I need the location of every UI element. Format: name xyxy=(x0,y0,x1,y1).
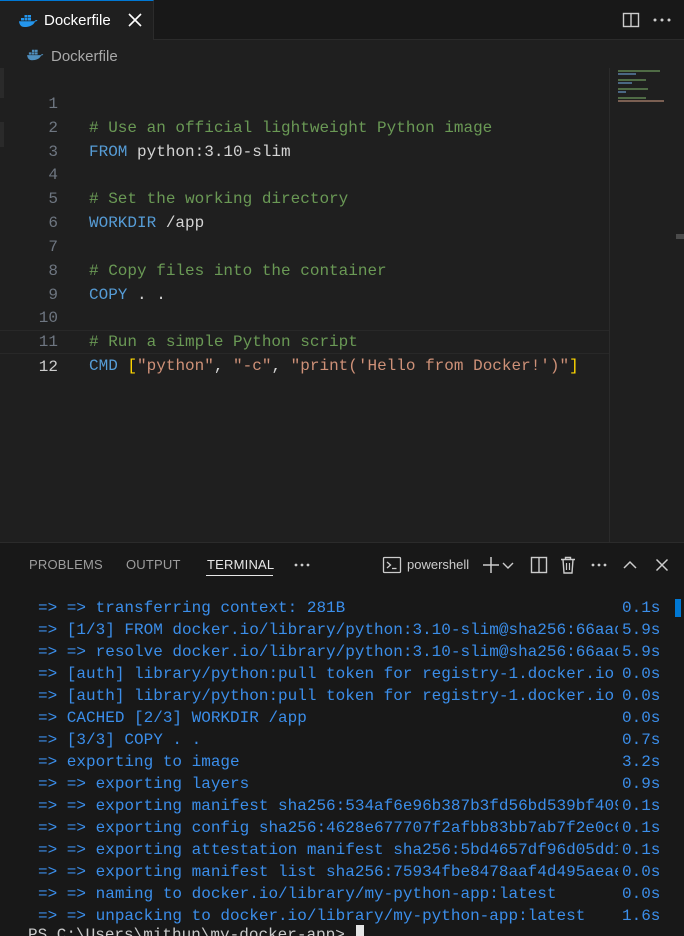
terminal-line: => => naming to docker.io/library/my-pyt… xyxy=(38,885,557,903)
terminal-line: => => resolve docker.io/library/python:3… xyxy=(38,643,618,661)
prompt-text: PS C:\Users\mithun\my-docker-app> xyxy=(28,926,355,936)
code-bracket: ] xyxy=(569,357,579,375)
code-line: 2 FROM python:3.10-slim xyxy=(0,92,610,161)
terminal-output[interactable]: => => transferring context: 281B 0.1s =>… xyxy=(0,595,684,936)
more-icon[interactable] xyxy=(588,554,610,576)
code-text: , xyxy=(271,357,291,375)
trash-icon[interactable] xyxy=(557,554,579,576)
minimap-line xyxy=(618,73,636,75)
tab-output[interactable]: OUTPUT xyxy=(126,557,181,572)
terminal-time: 0.1s xyxy=(622,819,661,837)
tab-dockerfile[interactable]: Dockerfile xyxy=(0,0,154,40)
terminal-time: 0.1s xyxy=(622,797,661,815)
more-actions-icon[interactable] xyxy=(651,9,673,31)
code-line: 11 CMD ["python", "-c", "print('Hello fr… xyxy=(0,306,610,375)
close-panel-icon[interactable] xyxy=(651,554,673,576)
terminal-time: 0.1s xyxy=(622,841,661,859)
minimap-line xyxy=(618,100,664,102)
terminal-time: 0.0s xyxy=(622,709,661,727)
terminal-time: 0.0s xyxy=(622,687,661,705)
shell-name[interactable]: powershell xyxy=(407,557,469,572)
docker-whale-icon xyxy=(26,48,44,67)
code-string: "python" xyxy=(137,357,214,375)
code-line: 10 # Run a simple Python script xyxy=(0,282,610,351)
terminal-line: => [3/3] COPY . . xyxy=(38,731,202,749)
terminal-prompt[interactable]: PS C:\Users\mithun\my-docker-app> xyxy=(28,925,365,936)
terminal-line: => [auth] library/python:pull token for … xyxy=(38,665,615,683)
code-line: 8 COPY . . xyxy=(0,235,610,304)
code-line: 1 # Use an official lightweight Python i… xyxy=(0,68,610,137)
terminal-line: => => transferring context: 281B xyxy=(38,599,346,617)
terminal-time: 5.9s xyxy=(622,621,661,639)
terminal-time: 5.9s xyxy=(622,643,661,661)
active-tab-indicator xyxy=(206,575,273,576)
terminal-line: => => exporting config sha256:4628e67770… xyxy=(38,819,618,837)
chevron-down-icon[interactable] xyxy=(501,554,515,576)
tab-label: Dockerfile xyxy=(44,12,111,29)
terminal-line: => => exporting layers xyxy=(38,775,250,793)
code-line: 9 xyxy=(0,259,610,304)
docker-whale-icon xyxy=(18,13,38,34)
code-line: 3 xyxy=(0,116,610,161)
terminal-line: => => exporting manifest sha256:534af6e9… xyxy=(38,797,618,815)
code-line-active[interactable]: 12 xyxy=(0,330,610,376)
plus-icon[interactable] xyxy=(480,554,502,576)
terminal-cursor xyxy=(356,925,365,936)
tab-problems[interactable]: PROBLEMS xyxy=(29,557,103,572)
breadcrumb[interactable]: Dockerfile xyxy=(0,40,684,68)
minimap-line xyxy=(618,91,626,93)
split-terminal-icon[interactable] xyxy=(528,554,550,576)
code-line: 4 # Set the working directory xyxy=(0,139,610,208)
split-editor-icon[interactable] xyxy=(620,9,642,31)
line-number: 12 xyxy=(38,358,58,376)
terminal-line: => exporting to image xyxy=(38,753,240,771)
minimap-line xyxy=(618,88,648,90)
chevron-up-icon[interactable] xyxy=(619,554,641,576)
terminal-line: => => exporting manifest list sha256:759… xyxy=(38,863,618,881)
code-keyword: CMD xyxy=(89,357,118,375)
minimap-line xyxy=(618,97,646,99)
terminal-icon[interactable] xyxy=(381,554,403,576)
terminal-scrollbar-thumb[interactable] xyxy=(675,599,681,617)
minimap-line xyxy=(618,79,646,81)
tab-terminal[interactable]: TERMINAL xyxy=(207,557,274,572)
minimap[interactable] xyxy=(609,68,674,542)
code-editor[interactable]: 1 # Use an official lightweight Python i… xyxy=(0,68,684,542)
terminal-time: 0.9s xyxy=(622,775,661,793)
terminal-time: 3.2s xyxy=(622,753,661,771)
editor-tab-bar: Dockerfile xyxy=(0,0,684,40)
minimap-line xyxy=(618,82,632,84)
close-icon[interactable] xyxy=(124,9,146,31)
scrollbar-marker xyxy=(676,234,684,239)
terminal-time: 0.0s xyxy=(622,863,661,881)
minimap-line xyxy=(618,70,660,72)
bottom-panel: PROBLEMS OUTPUT TERMINAL powershell => =… xyxy=(0,542,684,936)
code-line: 5 WORKDIR /app xyxy=(0,163,610,232)
code-bracket: [ xyxy=(127,357,138,375)
terminal-line: => CACHED [2/3] WORKDIR /app xyxy=(38,709,307,727)
terminal-line: => [auth] library/python:pull token for … xyxy=(38,687,615,705)
code-string: "print('Hello from Docker!')" xyxy=(290,357,570,375)
terminal-time: 0.7s xyxy=(622,731,661,749)
ellipsis-icon[interactable] xyxy=(291,554,313,576)
terminal-line: => => unpacking to docker.io/library/my-… xyxy=(38,907,586,925)
terminal-time: 1.6s xyxy=(622,907,661,925)
code-line: 6 xyxy=(0,187,610,232)
terminal-line: => [1/3] FROM docker.io/library/python:3… xyxy=(38,621,618,639)
terminal-time: 0.0s xyxy=(622,885,661,903)
breadcrumb-label: Dockerfile xyxy=(51,48,118,65)
terminal-line: => => exporting attestation manifest sha… xyxy=(38,841,618,859)
code-line: 7 # Copy files into the container xyxy=(0,211,610,280)
terminal-time: 0.1s xyxy=(622,599,661,617)
terminal-time: 0.0s xyxy=(622,665,661,683)
code-string: "-c" xyxy=(233,357,272,375)
code-text: , xyxy=(213,357,234,375)
